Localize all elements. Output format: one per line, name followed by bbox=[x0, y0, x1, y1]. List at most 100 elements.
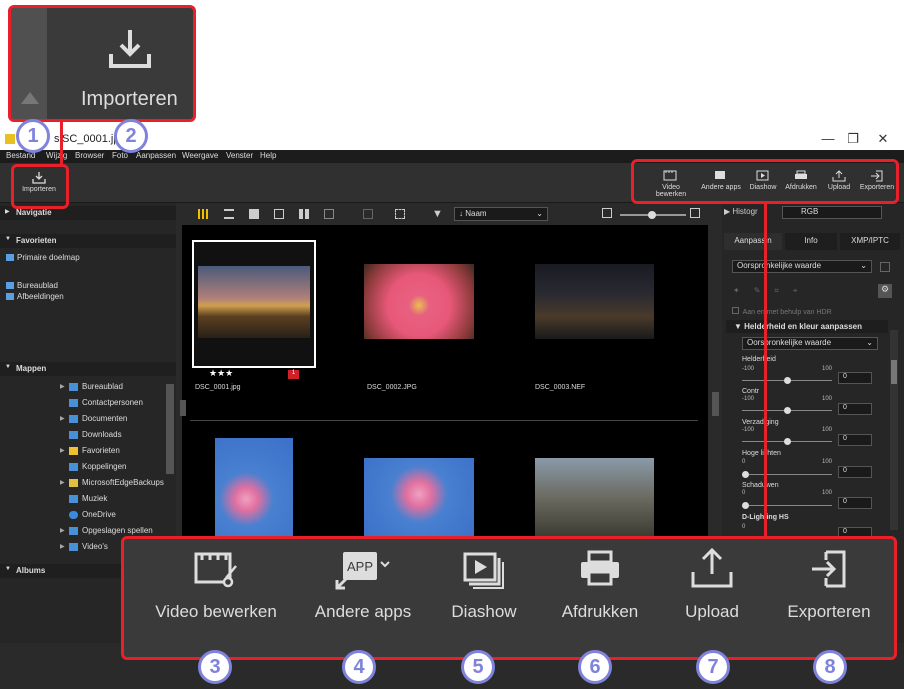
fullscreen-icon[interactable] bbox=[395, 209, 405, 219]
menu-weergave[interactable]: Weergave bbox=[182, 151, 218, 160]
preset-checkbox[interactable] bbox=[880, 262, 890, 272]
slider-max: 100 bbox=[821, 366, 832, 372]
callout-number-1: 1 bbox=[16, 119, 50, 153]
preset-label: Oorspronkelijke waarde bbox=[737, 261, 822, 270]
single-view-icon[interactable] bbox=[249, 209, 259, 219]
thumb-size-small-icon[interactable] bbox=[602, 208, 612, 218]
big-other-apps-label: Andere apps bbox=[314, 602, 412, 621]
left-collapse-handle[interactable] bbox=[180, 400, 186, 416]
photo-post[interactable] bbox=[535, 458, 654, 538]
thumb-size-knob[interactable] bbox=[648, 211, 656, 219]
thumbnail-selected[interactable] bbox=[192, 240, 316, 368]
slider-label: Verzadiging bbox=[742, 419, 779, 426]
folders-header[interactable]: Mappen bbox=[0, 362, 176, 376]
photo-dahlia[interactable] bbox=[364, 264, 474, 339]
menu-browser[interactable]: Browser bbox=[75, 151, 104, 160]
tab-info[interactable]: Info bbox=[785, 233, 837, 250]
maximize-button[interactable]: ❐ bbox=[843, 131, 863, 147]
slider-min: -100 bbox=[742, 396, 755, 402]
slider-value[interactable]: 0 bbox=[838, 403, 872, 415]
section-arrow-icon: ▼ bbox=[734, 322, 742, 331]
slider-track[interactable] bbox=[742, 505, 832, 506]
histogram-mode-select[interactable]: RGB bbox=[782, 206, 882, 219]
close-button[interactable]: ✕ bbox=[873, 131, 893, 147]
list-view-icon[interactable] bbox=[224, 209, 234, 219]
slider-track[interactable] bbox=[742, 474, 832, 475]
slider-knob[interactable] bbox=[742, 471, 749, 478]
connector-line bbox=[60, 122, 63, 166]
slider-label: Schaduwen bbox=[742, 482, 779, 489]
minimize-button[interactable]: — bbox=[818, 131, 838, 146]
slider-min: -100 bbox=[742, 366, 755, 372]
fav-pictures[interactable]: Afbeeldingen bbox=[6, 292, 64, 301]
compare-view-icon[interactable] bbox=[274, 209, 284, 219]
label-badge: 1 bbox=[288, 370, 299, 379]
triangle-up-icon bbox=[21, 92, 39, 104]
sort-icon: ↓ bbox=[459, 209, 463, 218]
slider-value[interactable]: 0 bbox=[838, 497, 872, 509]
folder-icon bbox=[69, 527, 78, 535]
preset-select[interactable]: Oorspronkelijke waarde ⌄ bbox=[732, 260, 872, 273]
rotate-icon[interactable] bbox=[363, 209, 373, 219]
sort-select[interactable]: ↓ Naam ⌄ bbox=[454, 207, 548, 221]
brightness-section-header[interactable]: ▼ Helderheid en kleur aanpassen bbox=[726, 320, 888, 333]
callout-number-3: 3 bbox=[198, 650, 232, 684]
menu-help[interactable]: Help bbox=[260, 151, 276, 160]
grid-view-icon[interactable] bbox=[198, 209, 208, 219]
cloud-icon bbox=[69, 511, 78, 519]
slider-value[interactable]: 0 bbox=[838, 372, 872, 384]
right-scrollbar[interactable] bbox=[890, 330, 898, 530]
callout-number-4: 4 bbox=[342, 650, 376, 684]
section-preset-label: Oorspronkelijke waarde bbox=[747, 338, 832, 347]
right-collapse-handle[interactable] bbox=[712, 392, 719, 416]
hdr-label: Aan en met behulp van HDR bbox=[742, 309, 832, 316]
photo-blossom-portrait[interactable] bbox=[215, 438, 293, 540]
thumb-size-large-icon[interactable] bbox=[690, 208, 700, 218]
music-icon bbox=[69, 495, 78, 503]
slider-max: 100 bbox=[821, 427, 832, 433]
multi-view-icon[interactable] bbox=[299, 209, 309, 219]
row-divider bbox=[190, 420, 698, 421]
file-name: DSC_0003.NEF bbox=[535, 384, 586, 391]
filter-icon[interactable]: ▼ bbox=[432, 208, 443, 220]
big-other-apps-button: APP Andere apps bbox=[304, 548, 422, 622]
folder-label: Koppelingen bbox=[82, 462, 127, 471]
folder-icon bbox=[69, 479, 78, 487]
slider-knob[interactable] bbox=[784, 407, 791, 414]
gear-icon[interactable]: ⚙ bbox=[878, 284, 892, 298]
menu-aanpassen[interactable]: Aanpassen bbox=[136, 151, 176, 160]
big-upload-button: Upload bbox=[670, 548, 754, 622]
big-upload-label: Upload bbox=[685, 602, 739, 621]
photo-night-scene[interactable] bbox=[535, 264, 654, 339]
app-badge-text: APP bbox=[347, 559, 373, 574]
callout-number-2: 2 bbox=[114, 119, 148, 153]
slider-knob[interactable] bbox=[742, 502, 749, 509]
slider-knob[interactable] bbox=[784, 377, 791, 384]
fav-primary-folder[interactable]: Primaire doelmap bbox=[6, 253, 80, 262]
slider-value[interactable]: 0 bbox=[838, 434, 872, 446]
histogram-header[interactable]: ▶ Histogr bbox=[724, 207, 758, 216]
favorites-header[interactable]: Favorieten bbox=[0, 234, 176, 248]
tab-adjust[interactable]: Aanpassin bbox=[724, 233, 782, 250]
slider-label: Hoge lichten bbox=[742, 450, 781, 457]
folder-label: Downloads bbox=[82, 430, 122, 439]
slider-knob[interactable] bbox=[784, 438, 791, 445]
right-scrollbar-thumb[interactable] bbox=[891, 360, 897, 384]
section-preset-select[interactable]: Oorspronkelijke waarde ⌄ bbox=[742, 337, 878, 350]
import-callout: Importeren bbox=[8, 5, 196, 122]
menu-venster[interactable]: Venster bbox=[226, 151, 253, 160]
slider-value[interactable]: 0 bbox=[838, 466, 872, 478]
menu-wijzig[interactable]: Wijzig bbox=[46, 151, 67, 160]
hdr-checkbox[interactable] bbox=[732, 307, 739, 314]
apps-big-icon: APP bbox=[335, 552, 390, 590]
hdr-option[interactable]: Aan en met behulp van HDR bbox=[732, 307, 832, 316]
split-view-icon[interactable] bbox=[324, 209, 334, 219]
fav-desktop[interactable]: Bureaublad bbox=[6, 281, 58, 290]
tab-xmp[interactable]: XMP/IPTC bbox=[840, 233, 900, 250]
title-prefix: s bbox=[54, 133, 60, 145]
photo-blossom[interactable] bbox=[364, 458, 474, 538]
adjust-tool-icons[interactable]: ✦✎⌗⌖ bbox=[733, 286, 833, 296]
slider-max: 100 bbox=[821, 459, 832, 465]
folder-scrollbar[interactable] bbox=[166, 384, 174, 474]
rating-stars[interactable]: ★★★ bbox=[209, 368, 233, 379]
